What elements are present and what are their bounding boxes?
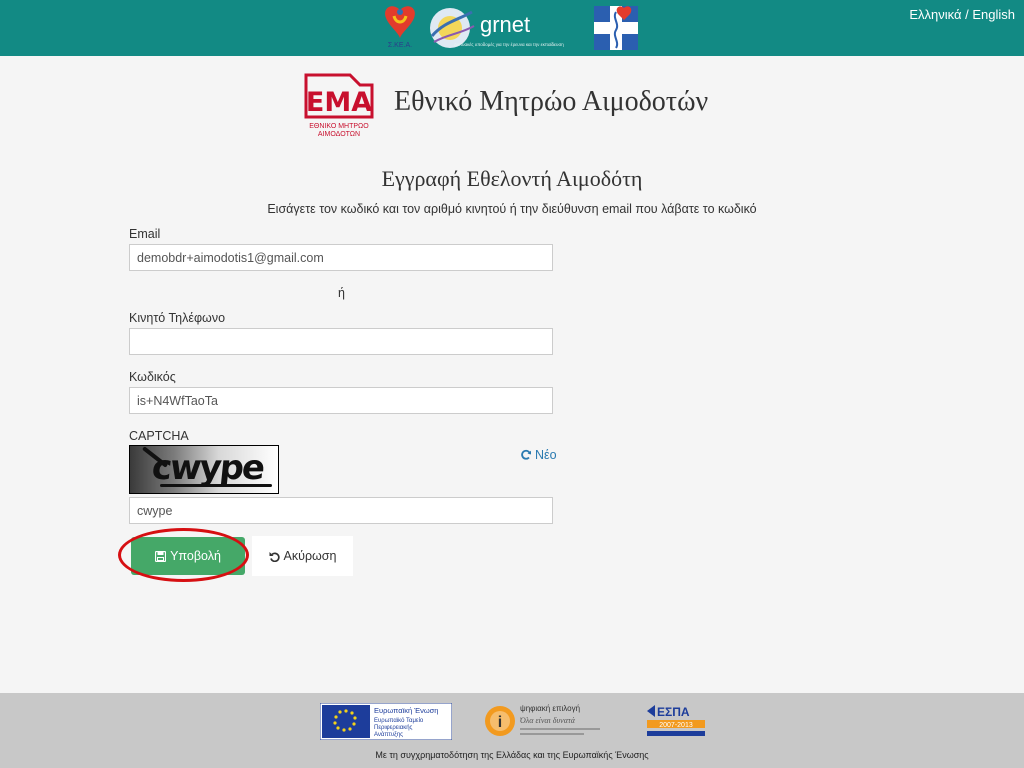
cancel-label: Ακύρωση xyxy=(283,549,337,563)
svg-text:Ευρωπαϊκή Ένωση: Ευρωπαϊκή Ένωση xyxy=(374,706,438,715)
svg-text:Δικτυακές υποδομές για την έρε: Δικτυακές υποδομές για την έρευνα και τη… xyxy=(454,41,564,47)
svg-text:Ευρωπαϊκό Ταμείο: Ευρωπαϊκό Ταμείο xyxy=(374,717,424,724)
ssda-logo: Σ.ΚΕ.Α. xyxy=(385,6,415,49)
captcha-image-text: cwype xyxy=(149,448,266,488)
svg-text:grnet: grnet xyxy=(480,12,530,37)
code-label: Κωδικός xyxy=(129,370,176,384)
page-heading: Εγγραφή Εθελοντή Αιμοδότη xyxy=(381,166,643,191)
top-bar: Σ.ΚΕ.Α. grnet Δικτυακές υποδομές για την… xyxy=(0,0,1024,56)
submit-button[interactable]: Υποβολή xyxy=(131,537,245,575)
undo-icon xyxy=(269,551,280,562)
svg-text:2007-2013: 2007-2013 xyxy=(659,722,693,729)
refresh-icon xyxy=(521,449,531,460)
svg-text:i: i xyxy=(498,714,502,731)
captcha-noise-line xyxy=(160,484,272,487)
submit-label: Υποβολή xyxy=(170,549,221,563)
or-separator: ή xyxy=(338,286,345,300)
cofinance-text: Με τη συγχρηματοδότηση της Ελλάδας και τ… xyxy=(375,750,649,760)
cancel-button[interactable]: Ακύρωση xyxy=(252,536,353,576)
captcha-image: cwype xyxy=(129,445,279,494)
floppy-disk-icon xyxy=(155,550,167,562)
svg-text:ΕΘΝΙΚΟ ΜΗΤΡΩΟ: ΕΘΝΙΚΟ ΜΗΤΡΩΟ xyxy=(309,123,369,130)
svg-text:ψηφιακή επιλογή: ψηφιακή επιλογή xyxy=(520,704,580,713)
instructions-text: Εισάγετε τον κωδικό και τον αριθμό κινητ… xyxy=(267,202,757,216)
svg-text:ΕΜΑ: ΕΜΑ xyxy=(306,87,372,118)
svg-text:Όλα είναι δυνατά: Όλα είναι δυνατά xyxy=(520,716,576,725)
digital-convergence-logo: i ψηφιακή επιλογή Όλα είναι δυνατά xyxy=(485,704,600,736)
phone-label: Κινητό Τηλέφωνο xyxy=(129,311,226,325)
footer: Ευρωπαϊκή Ένωση Ευρωπαϊκό Ταμείο Περιφερ… xyxy=(0,693,1024,768)
eu-logo: Ευρωπαϊκή Ένωση Ευρωπαϊκό Ταμείο Περιφερ… xyxy=(320,703,452,740)
svg-text:ΑΙΜΟΔΟΤΩΝ: ΑΙΜΟΔΟΤΩΝ xyxy=(318,131,360,138)
svg-text:ΕΣΠΑ: ΕΣΠΑ xyxy=(657,705,690,719)
ema-logo: ΕΜΑ ΕΘΝΙΚΟ ΜΗΤΡΩΟ ΑΙΜΟΔΟΤΩΝ xyxy=(304,73,374,138)
svg-text:Ανάπτυξης: Ανάπτυξης xyxy=(374,731,403,738)
grnet-logo: grnet Δικτυακές υποδομές για την έρευνα … xyxy=(430,8,564,48)
code-field[interactable] xyxy=(129,387,553,414)
site-title: Εθνικό Μητρώο Αιμοδοτών xyxy=(394,86,709,117)
captcha-refresh-label: Νέο xyxy=(535,448,557,462)
email-field[interactable] xyxy=(129,244,553,271)
svg-text:Σ.ΚΕ.Α.: Σ.ΚΕ.Α. xyxy=(388,42,412,49)
captcha-field[interactable] xyxy=(129,497,553,524)
phone-field[interactable] xyxy=(129,328,553,355)
captcha-refresh-link[interactable]: Νέο xyxy=(520,448,557,462)
svg-text:Περιφερειακής: Περιφερειακής xyxy=(374,724,413,731)
language-switch[interactable]: Ελληνικά / English xyxy=(909,7,1015,22)
medical-cross-logo xyxy=(594,6,638,50)
espa-logo: ΕΣΠΑ 2007-2013 xyxy=(647,705,705,736)
captcha-label: CAPTCHA xyxy=(129,429,189,443)
email-label: Email xyxy=(129,227,161,241)
